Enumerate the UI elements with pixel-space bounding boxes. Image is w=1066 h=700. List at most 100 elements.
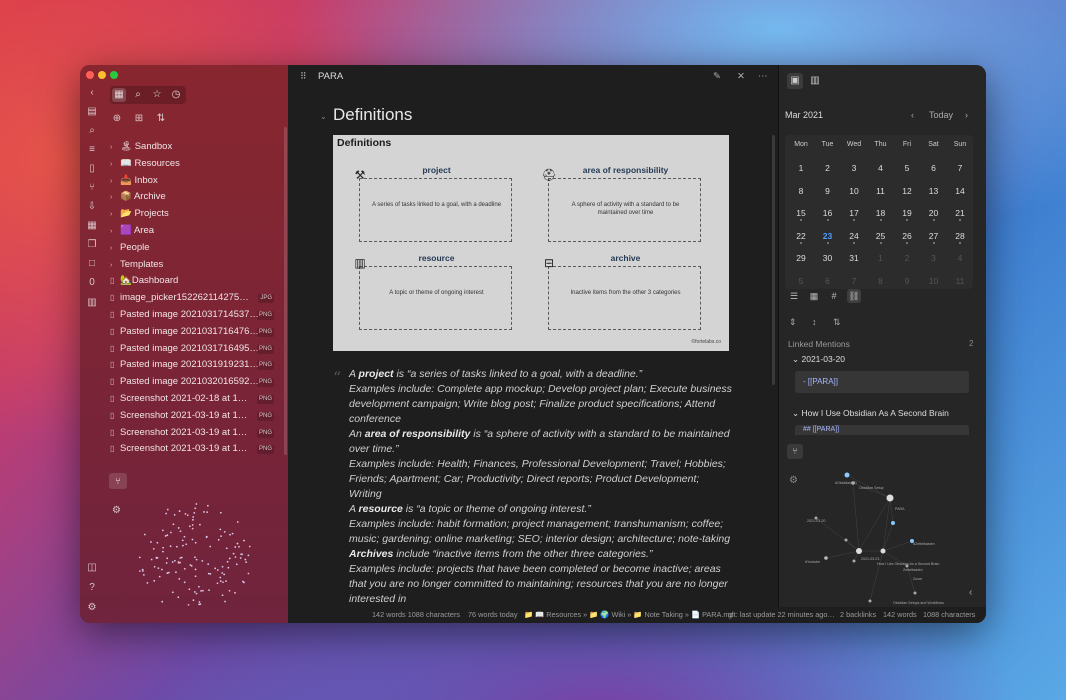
file-item[interactable]: ▯ image_picker152262114275… JPG <box>110 290 286 306</box>
graph-icon[interactable]: ⑂ <box>86 182 98 194</box>
file-item[interactable]: ▯ 🏡Dashboard <box>110 273 286 289</box>
expand-icon[interactable]: ↕ <box>812 317 817 327</box>
calendar-day[interactable]: 27 <box>921 231 947 241</box>
minimize-traffic-light[interactable] <box>98 71 106 79</box>
calendar-day[interactable]: 8 <box>788 186 814 196</box>
more-icon[interactable]: ⋯ <box>758 71 768 82</box>
calendar-day[interactable]: 23 <box>815 231 841 241</box>
calendar-day[interactable]: 5 <box>894 163 920 173</box>
folder-item[interactable]: › 📖 Resources <box>110 156 286 172</box>
calendar-day[interactable]: 24 <box>841 231 867 241</box>
settings-icon[interactable]: ⚙ <box>86 602 98 614</box>
collapse-icon[interactable]: ⇕ <box>789 317 797 328</box>
calendar-day[interactable]: 15 <box>788 208 814 218</box>
next-month-icon[interactable]: › <box>965 110 968 120</box>
template-icon[interactable]: ▥ <box>86 297 98 309</box>
editor-scrollbar[interactable] <box>772 135 775 385</box>
file-item[interactable]: ▯ Pasted image 2021032016592… PNG <box>110 374 286 390</box>
folder-item[interactable]: › 📂 Projects <box>110 206 286 222</box>
calendar-day[interactable]: 8 <box>868 276 894 286</box>
fold-chevron-icon[interactable]: ⌄ <box>320 112 327 121</box>
calendar-day[interactable]: 1 <box>788 163 814 173</box>
file-item[interactable]: ▯ Screenshot 2021-03-19 at 1… PNG <box>110 425 286 441</box>
stats-tab-icon[interactable]: ▥ <box>807 73 823 89</box>
calendar-day[interactable]: 4 <box>868 163 894 173</box>
file-item[interactable]: ▯ Pasted image 2021031716495… PNG <box>110 341 286 357</box>
file-item[interactable]: ▯ Pasted image 2021031919231… PNG <box>110 357 286 373</box>
calendar-day[interactable]: 3 <box>841 163 867 173</box>
file-item[interactable]: ▯ Pasted image 2021031716476… PNG <box>110 324 286 340</box>
local-graph-button[interactable]: ⑂ <box>109 473 127 489</box>
sort-icon[interactable]: ⇅ <box>154 113 168 127</box>
calendar-day[interactable]: 2 <box>815 163 841 173</box>
new-folder-icon[interactable]: ⊞ <box>132 113 146 127</box>
graph-node[interactable] <box>886 494 894 502</box>
calendar-day[interactable]: 7 <box>841 276 867 286</box>
graph-settings-icon[interactable]: ⚙ <box>112 505 121 516</box>
calendar-day[interactable]: 6 <box>815 276 841 286</box>
status-backlinks[interactable]: 2 backlinks <box>840 607 876 623</box>
prev-month-icon[interactable]: ‹ <box>911 110 914 120</box>
square-icon[interactable]: □ <box>86 258 98 270</box>
calendar-day[interactable]: 22 <box>788 231 814 241</box>
calendar-day[interactable]: 9 <box>815 186 841 196</box>
calendar-day[interactable]: 31 <box>841 253 867 263</box>
table-view-icon[interactable]: ▦ <box>807 289 821 303</box>
calendar-day[interactable]: 14 <box>947 186 973 196</box>
status-path[interactable]: 📁 📖 Resources » 📁 🌍 Wiki » 📁 Note Taking… <box>524 607 734 623</box>
calendar-day[interactable]: 11 <box>947 276 973 286</box>
graph-node[interactable] <box>824 556 828 560</box>
list-view-icon[interactable]: ☰ <box>787 289 801 303</box>
starred-tab-icon[interactable]: ☆ <box>150 88 164 102</box>
calendar-day[interactable]: 5 <box>788 276 814 286</box>
drag-handle-icon[interactable]: ⠿ <box>300 71 307 82</box>
calendar-day[interactable]: 9 <box>894 276 920 286</box>
folder-item[interactable]: › Templates <box>110 257 286 273</box>
vault-icon[interactable]: ◫ <box>86 562 98 574</box>
file-explorer-icon[interactable]: ▤ <box>86 106 98 118</box>
tag-icon[interactable]: # <box>827 289 841 303</box>
mention-group[interactable]: ⌄ 2021-03-20 <box>792 354 845 365</box>
list-icon[interactable]: ≡ <box>86 144 98 156</box>
graph-node[interactable] <box>913 591 917 595</box>
link-icon[interactable]: ⛓ <box>847 289 861 303</box>
calendar-day[interactable]: 4 <box>947 253 973 263</box>
file-item[interactable]: ▯ Screenshot 2021-03-19 at 1… PNG <box>110 441 286 457</box>
calendar-day[interactable]: 28 <box>947 231 973 241</box>
calendar-day[interactable]: 26 <box>894 231 920 241</box>
calendar-day[interactable]: 21 <box>947 208 973 218</box>
calendar-day[interactable]: 16 <box>815 208 841 218</box>
calendar-day[interactable]: 12 <box>894 186 920 196</box>
graph-view-button[interactable]: ⑂ <box>787 444 803 459</box>
help-icon[interactable]: ? <box>86 582 98 594</box>
graph-node[interactable] <box>844 472 850 478</box>
calendar-day[interactable]: 20 <box>921 208 947 218</box>
folder-item[interactable]: › 📥 Inbox <box>110 173 286 189</box>
sidebar-scrollbar[interactable] <box>284 127 287 455</box>
status-git[interactable]: git: last update 22 minutes ago… <box>728 607 835 623</box>
mention-group[interactable]: ⌄ How I Use Obsidian As A Second Brain <box>792 408 949 419</box>
calendar-day[interactable]: 18 <box>868 208 894 218</box>
calendar-icon[interactable]: ▦ <box>86 220 98 232</box>
file-item[interactable]: ▯ Screenshot 2021-02-18 at 1… PNG <box>110 391 286 407</box>
graph-node[interactable] <box>852 559 856 563</box>
mini-graph[interactable] <box>130 495 260 621</box>
graph-node[interactable] <box>856 548 862 554</box>
calendar-day[interactable]: 6 <box>921 163 947 173</box>
file-item[interactable]: ▯ Screenshot 2021-03-19 at 1… PNG <box>110 408 286 424</box>
calendar-day[interactable]: 7 <box>947 163 973 173</box>
local-graph[interactable]: #ObsidianMDObsidian Setup PARA 2021-03-20 #… <box>797 463 982 608</box>
back-chevron-icon[interactable]: ‹ <box>86 87 98 99</box>
file-item[interactable]: ▯ Pasted image 2021031714537… PNG <box>110 307 286 323</box>
sort-links-icon[interactable]: ⇅ <box>833 317 841 328</box>
folder-item[interactable]: › 🟪 Area <box>110 223 286 239</box>
calendar-day[interactable]: 30 <box>815 253 841 263</box>
calendar-day[interactable]: 17 <box>841 208 867 218</box>
close-traffic-light[interactable] <box>86 71 94 79</box>
recent-tab-icon[interactable]: ◷ <box>169 88 183 102</box>
copy-icon[interactable]: ❐ <box>86 239 98 251</box>
today-button[interactable]: Today <box>929 110 953 120</box>
graph-node[interactable] <box>868 599 872 603</box>
note-icon[interactable]: ▯ <box>86 163 98 175</box>
mention-snippet[interactable]: - [[PARA]] <box>795 371 969 393</box>
